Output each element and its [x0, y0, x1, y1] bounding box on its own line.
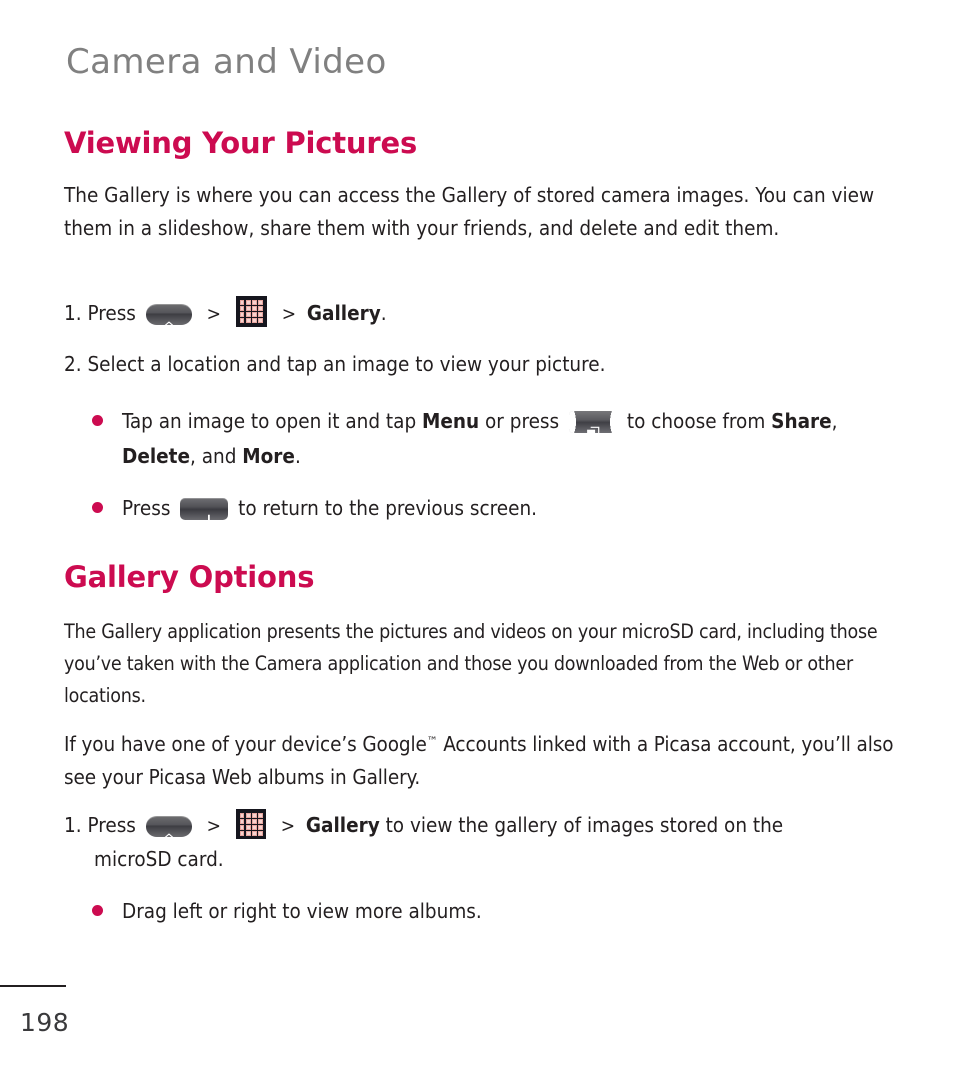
step-number: 1. — [64, 301, 82, 325]
apps-grid-cell — [252, 300, 257, 305]
apps-grid-cell — [258, 318, 263, 323]
trademark-symbol: ™ — [426, 734, 438, 748]
viewing-intro-paragraph: The Gallery is where you can access the … — [64, 183, 875, 240]
viewing-step-1: 1. Press > > Gallery. — [64, 296, 564, 332]
bullet-text-part: Press — [122, 496, 177, 520]
bullet-bold-menu: Menu — [422, 409, 480, 433]
apps-grid-cell — [245, 300, 251, 305]
bullet-text-part: Tap an image to open it and tap — [122, 409, 423, 433]
apps-grid-cell — [252, 819, 257, 824]
footer-rule — [0, 985, 66, 987]
apps-grid-cell — [258, 300, 263, 305]
step-press-label: Press — [87, 813, 136, 837]
chapter-title: Camera and Video — [66, 42, 387, 82]
bullet-text-part: . — [294, 444, 301, 468]
step-separator-1: > — [206, 815, 221, 837]
apps-grid-cell — [239, 300, 245, 305]
apps-grid-icon — [235, 296, 267, 327]
apps-grid-cell — [252, 831, 257, 836]
viewing-bullet-2: Press to return to the previous screen. — [92, 491, 722, 526]
back-arrow-glyph — [197, 503, 212, 526]
apps-grid-cell — [258, 306, 263, 311]
apps-grid-cell — [239, 306, 245, 311]
section-heading-viewing-your-pictures: Viewing Your Pictures — [64, 126, 418, 160]
apps-grid — [239, 300, 263, 323]
section-heading-gallery-options: Gallery Options — [64, 560, 315, 594]
apps-grid-cell — [245, 318, 251, 323]
step-continuation-text: microSD card. — [94, 847, 224, 871]
menu-key-icon — [569, 411, 617, 438]
apps-grid-cell — [245, 306, 251, 311]
gallery-options-bullet-1: Drag left or right to view more albums. — [92, 894, 722, 929]
step-target-gallery: Gallery — [306, 301, 381, 325]
apps-grid-cell — [252, 318, 257, 323]
bullet-text-part: or press — [479, 409, 565, 433]
apps-grid-cell — [245, 312, 251, 317]
apps-grid-cell — [239, 825, 245, 830]
apps-grid-cell — [258, 831, 263, 836]
apps-grid-cell — [258, 825, 263, 830]
apps-grid-cell — [258, 312, 263, 317]
apps-grid-cell — [245, 831, 251, 836]
apps-grid — [239, 813, 263, 836]
gallery-options-paragraph-1: The Gallery application presents the pic… — [64, 620, 878, 707]
home-glyph — [162, 309, 175, 332]
apps-grid-cell — [252, 312, 257, 317]
apps-grid-cell — [245, 819, 251, 824]
apps-grid-cell — [245, 813, 251, 818]
gallery-options-step-1: 1. Press > > Gallery to view the gallery… — [64, 809, 864, 876]
bullet-text-part: to return to the previous screen. — [232, 496, 537, 520]
picasa-text-part: If you have one of your device’s Google — [64, 732, 427, 757]
home-key-icon — [145, 816, 192, 844]
gallery-options-paragraph-2: If you have one of your device’s Google™… — [64, 725, 908, 794]
home-glyph — [162, 821, 175, 844]
apps-grid-cell — [245, 825, 251, 830]
viewing-step-2: 2. Select a location and tap an image to… — [64, 348, 764, 381]
apps-grid-cell — [252, 813, 257, 818]
step-text: Select a location and tap an image to vi… — [87, 352, 606, 376]
back-key-icon — [180, 498, 229, 526]
manual-page: Camera and Video Viewing Your Pictures T… — [0, 0, 954, 1074]
apps-grid-cell — [239, 312, 245, 317]
apps-grid-cell — [239, 318, 245, 323]
bullet-text-part: to choose from — [621, 409, 772, 433]
apps-grid-icon — [235, 809, 266, 839]
step-target-gallery: Gallery — [305, 813, 380, 837]
apps-grid-cell — [252, 825, 257, 830]
apps-grid-cell — [258, 813, 263, 818]
step-separator-1: > — [206, 303, 221, 325]
apps-grid-cell — [258, 819, 263, 824]
apps-grid-cell — [239, 831, 245, 836]
step-separator-2: > — [281, 303, 297, 325]
bullet-text-part: , — [831, 409, 838, 433]
page-number: 198 — [20, 1008, 70, 1037]
step-separator-2: > — [280, 815, 296, 837]
bullet-bold-more: More — [242, 444, 295, 468]
step-press-label: Press — [87, 301, 136, 325]
apps-grid-cell — [252, 306, 257, 311]
step-number: 1. — [64, 813, 82, 837]
step-period: . — [380, 301, 387, 325]
menu-glyph — [587, 416, 600, 438]
bullet-text-part: , and — [190, 444, 243, 468]
step-trailing-text: to view the gallery of images stored on … — [379, 813, 784, 837]
step-number: 2. — [64, 352, 82, 376]
apps-grid-cell — [239, 819, 245, 824]
apps-grid-cell — [239, 813, 245, 818]
home-key-icon — [145, 304, 192, 332]
bullet-bold-share: Share — [771, 409, 832, 433]
viewing-bullet-1: Tap an image to open it and tap Menu or … — [92, 404, 882, 474]
bullet-bold-delete: Delete — [122, 444, 190, 468]
